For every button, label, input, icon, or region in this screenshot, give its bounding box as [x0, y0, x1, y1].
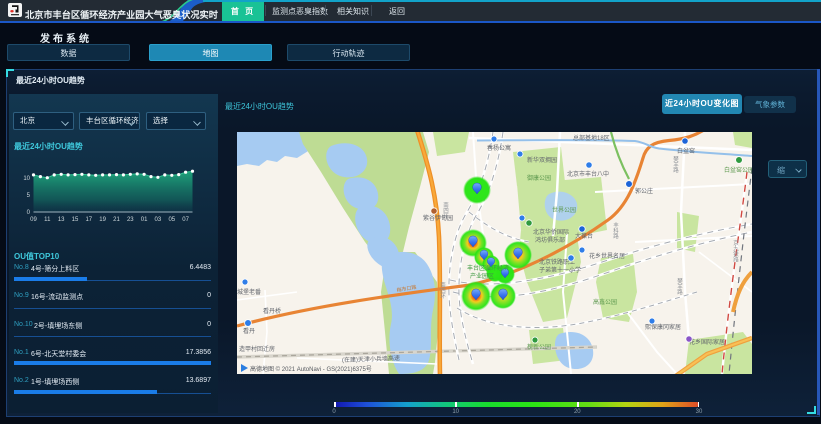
svg-text:高德地图 © 2021 AutoNavi - GS(2021: 高德地图 © 2021 AutoNavi - GS(2021)6375号	[250, 365, 372, 373]
svg-text:23: 23	[127, 217, 134, 223]
svg-text:丰台区循环经济: 丰台区循环经济	[467, 264, 509, 272]
svg-text:樊羊路: 樊羊路	[676, 277, 683, 296]
svg-text:北京市丰台八中: 北京市丰台八中	[567, 170, 609, 178]
svg-text:0: 0	[27, 210, 31, 216]
svg-text:高鑫公园: 高鑫公园	[593, 298, 617, 306]
svg-text:13: 13	[58, 217, 65, 223]
svg-text:造甲村回迁房: 造甲村回迁房	[239, 345, 275, 353]
svg-text:产业园区: 产业园区	[470, 272, 494, 280]
svg-text:南四环: 南四环	[442, 201, 449, 220]
svg-text:子弟第十一小学: 子弟第十一小学	[539, 266, 581, 274]
svg-text:10: 10	[23, 176, 30, 182]
svg-text:鸿坊俱乐部: 鸿坊俱乐部	[535, 236, 565, 244]
svg-text:15: 15	[72, 217, 79, 223]
svg-text:春杨公寓: 春杨公寓	[487, 144, 511, 152]
svg-text:城堡老番: 城堡老番	[237, 288, 261, 296]
svg-text:01: 01	[141, 217, 148, 223]
svg-text:总部基地18区: 总部基地18区	[573, 134, 610, 142]
svg-text:大葆台: 大葆台	[575, 232, 593, 240]
svg-text:17: 17	[85, 217, 92, 223]
svg-text:09: 09	[30, 217, 37, 223]
svg-text:北京华侨国际: 北京华侨国际	[533, 228, 569, 236]
svg-text:京九铁路: 京九铁路	[732, 239, 739, 264]
svg-text:御康公园: 御康公园	[527, 174, 551, 182]
svg-text:看丹: 看丹	[243, 327, 255, 335]
svg-text:03: 03	[155, 217, 162, 223]
svg-text:白盆窑: 白盆窑	[677, 147, 695, 155]
svg-text:郭公庄: 郭公庄	[635, 187, 653, 195]
svg-text:看丹桥: 看丹桥	[263, 307, 281, 315]
svg-text:05: 05	[168, 217, 175, 223]
svg-text:07: 07	[182, 217, 189, 223]
svg-text:花乡世界名居: 花乡世界名居	[589, 252, 625, 260]
svg-text:新华双拥园: 新华双拥园	[527, 156, 557, 164]
svg-text:丰科路: 丰科路	[612, 221, 619, 240]
svg-text:樊羊路: 樊羊路	[672, 155, 679, 174]
svg-text:花乡国际家居: 花乡国际家居	[689, 338, 725, 346]
svg-text:紫谷伊甸园: 紫谷伊甸园	[423, 214, 453, 222]
svg-text:19: 19	[99, 217, 106, 223]
svg-text:槐新公园: 槐新公园	[527, 343, 551, 351]
svg-text:南四环: 南四环	[439, 281, 446, 300]
svg-text:世界公园: 世界公园	[552, 206, 576, 214]
svg-text:5: 5	[27, 193, 31, 199]
svg-text:白盆窑公园: 白盆窑公园	[724, 166, 752, 174]
svg-text:熙保康冈家居: 熙保康冈家居	[645, 323, 681, 331]
svg-text:11: 11	[44, 217, 51, 223]
svg-text:21: 21	[113, 217, 120, 223]
